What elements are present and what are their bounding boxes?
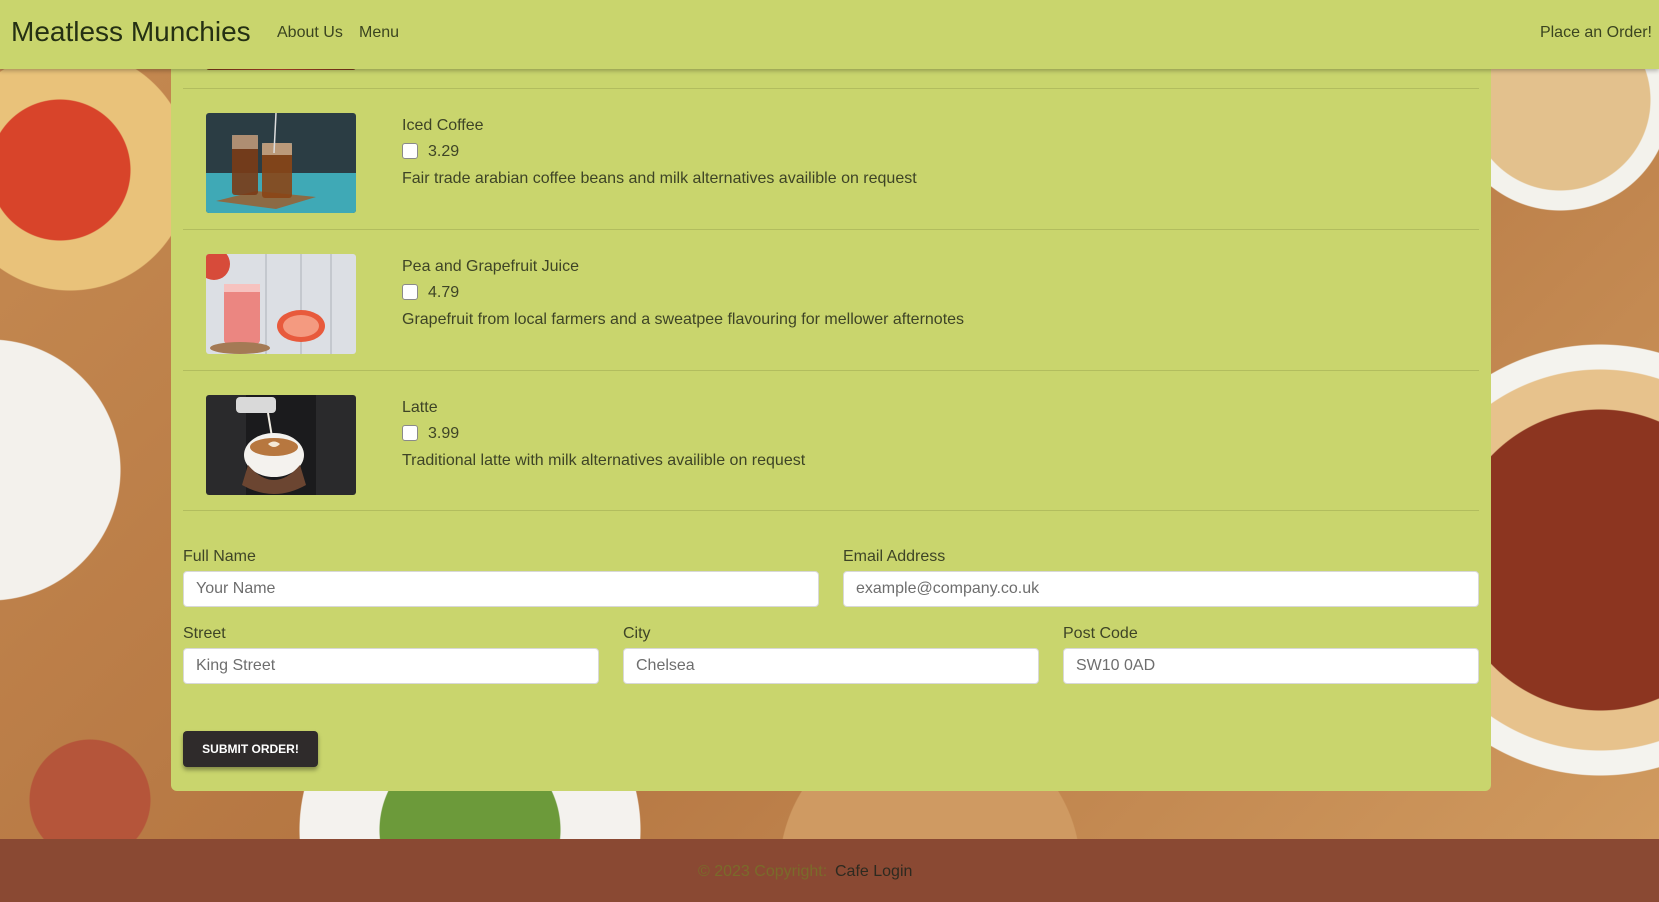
- email-label: Email Address: [843, 548, 946, 565]
- item-select-checkbox[interactable]: [402, 284, 418, 300]
- cafe-login-link[interactable]: Cafe Login: [835, 863, 912, 881]
- item-name: Latte: [402, 399, 438, 416]
- city-input[interactable]: [623, 648, 1039, 684]
- item-price: 4.79: [428, 284, 460, 301]
- nav-menu[interactable]: Menu: [359, 24, 399, 42]
- page-footer: © 2023 Copyright: Cafe Login: [0, 839, 1659, 902]
- item-description: Grapefruit from local farmers and a swea…: [402, 311, 965, 328]
- full-name-label: Full Name: [183, 548, 256, 565]
- menu-item-row: Pea and Grapefruit Juice 4.79 Grapefruit…: [183, 229, 1479, 370]
- top-navbar: Meatless Munchies About Us Menu Place an…: [0, 0, 1659, 69]
- item-price: 3.29: [428, 143, 460, 160]
- order-card: Iced Coffee 3.29 Fair trade arabian coff…: [171, 60, 1491, 791]
- post-code-input[interactable]: [1063, 648, 1479, 684]
- nav-about-us[interactable]: About Us: [277, 24, 343, 42]
- post-code-label: Post Code: [1063, 625, 1138, 642]
- item-description: Traditional latte with milk alternatives…: [402, 452, 806, 469]
- brand-logo-text[interactable]: Meatless Munchies: [11, 16, 251, 48]
- item-price: 3.99: [428, 425, 460, 442]
- menu-item-row: Latte 3.99 Traditional latte with milk a…: [183, 370, 1479, 511]
- menu-item-row: Iced Coffee 3.29 Fair trade arabian coff…: [183, 88, 1479, 229]
- street-input[interactable]: [183, 648, 599, 684]
- item-name: Iced Coffee: [402, 117, 484, 134]
- grapefruit-juice-image: [206, 254, 356, 354]
- item-select-checkbox[interactable]: [402, 425, 418, 441]
- latte-image: [206, 395, 356, 495]
- email-input[interactable]: [843, 571, 1479, 607]
- iced-coffee-image: [206, 113, 356, 213]
- item-select-checkbox[interactable]: [402, 143, 418, 159]
- copyright-text: © 2023 Copyright:: [698, 863, 828, 880]
- street-label: Street: [183, 625, 226, 642]
- item-name: Pea and Grapefruit Juice: [402, 258, 579, 275]
- city-label: City: [623, 625, 651, 642]
- nav-place-order[interactable]: Place an Order!: [1540, 24, 1652, 42]
- full-name-input[interactable]: [183, 571, 819, 607]
- submit-order-button[interactable]: SUBMIT ORDER!: [183, 731, 318, 767]
- item-description: Fair trade arabian coffee beans and milk…: [402, 170, 917, 187]
